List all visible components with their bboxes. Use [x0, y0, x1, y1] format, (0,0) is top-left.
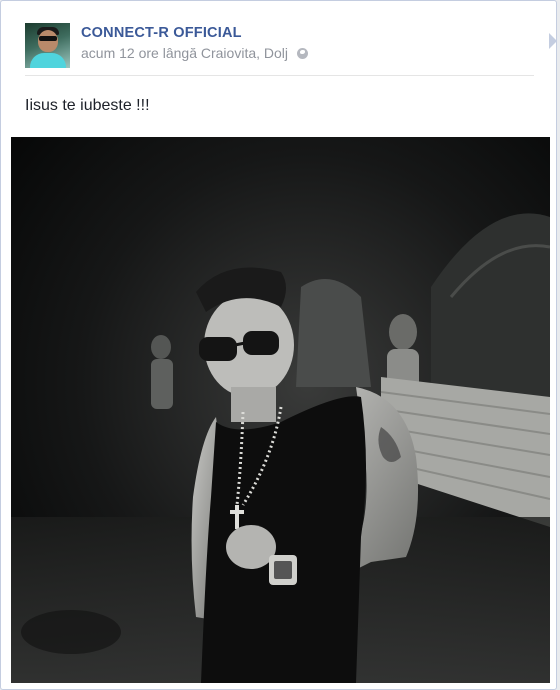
photo-illustration	[11, 137, 550, 683]
location-link[interactable]: Craiovita, Dolj	[201, 45, 288, 61]
post-timestamp-link[interactable]: acum 12 ore	[81, 45, 159, 61]
card-pointer	[549, 33, 557, 49]
post-message: Iisus te iubeste !!!	[25, 97, 150, 114]
post-header: CONNECT-R OFFICIAL acum 12 ore lângă Cra…	[25, 23, 545, 69]
header-divider	[25, 75, 534, 76]
location-prefix: lângă	[162, 45, 197, 61]
post-card: CONNECT-R OFFICIAL acum 12 ore lângă Cra…	[0, 0, 557, 690]
author-name-link[interactable]: CONNECT-R OFFICIAL	[81, 25, 242, 41]
post-meta: acum 12 ore lângă Craiovita, Dolj	[81, 45, 308, 61]
author-avatar[interactable]	[25, 23, 70, 68]
post-photo[interactable]	[11, 137, 550, 683]
globe-icon[interactable]	[296, 48, 308, 59]
